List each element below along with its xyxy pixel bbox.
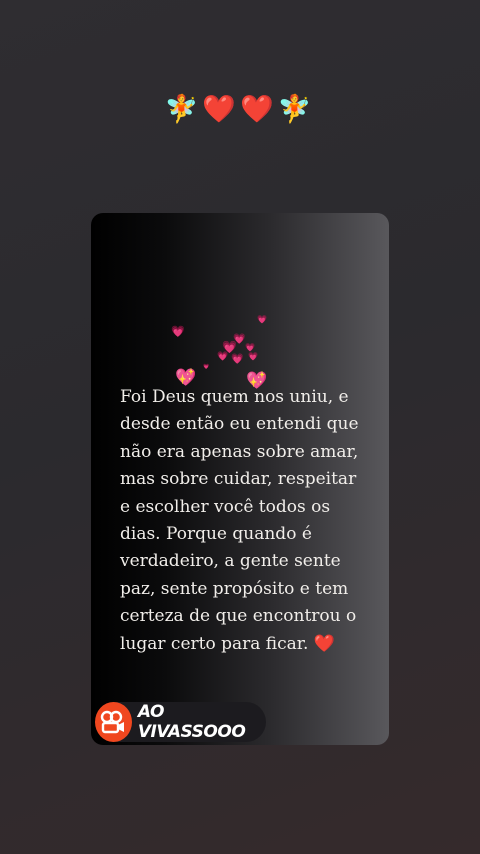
kwai-camera-icon [95, 702, 132, 742]
quote-card: 💗 💗 💗 💗 💗 💗 💗 💗 💗 💖 💖 Foi Deus quem nos … [91, 213, 389, 745]
quote-text: Foi Deus quem nos uniu, e desde então eu… [120, 387, 359, 654]
heart-icon: 💗 [245, 343, 255, 352]
heart-icon: 💗 [171, 325, 185, 338]
heart-icon: 💗 [203, 364, 210, 370]
heart-icon: 💗 [231, 354, 244, 365]
live-badge[interactable]: AO VIVASSOOO [95, 702, 266, 742]
heart-icon: 💗 [257, 315, 267, 324]
heart-icon: 💗 [248, 352, 258, 361]
live-badge-label: AO VIVASSOOO [137, 702, 246, 742]
emoji-row: 🧚❤️❤️🧚 [164, 94, 316, 125]
heart-icon: 💗 [217, 352, 229, 362]
floating-hearts: 💗 💗 💗 💗 💗 💗 💗 💗 💗 💖 💖 [91, 213, 389, 413]
